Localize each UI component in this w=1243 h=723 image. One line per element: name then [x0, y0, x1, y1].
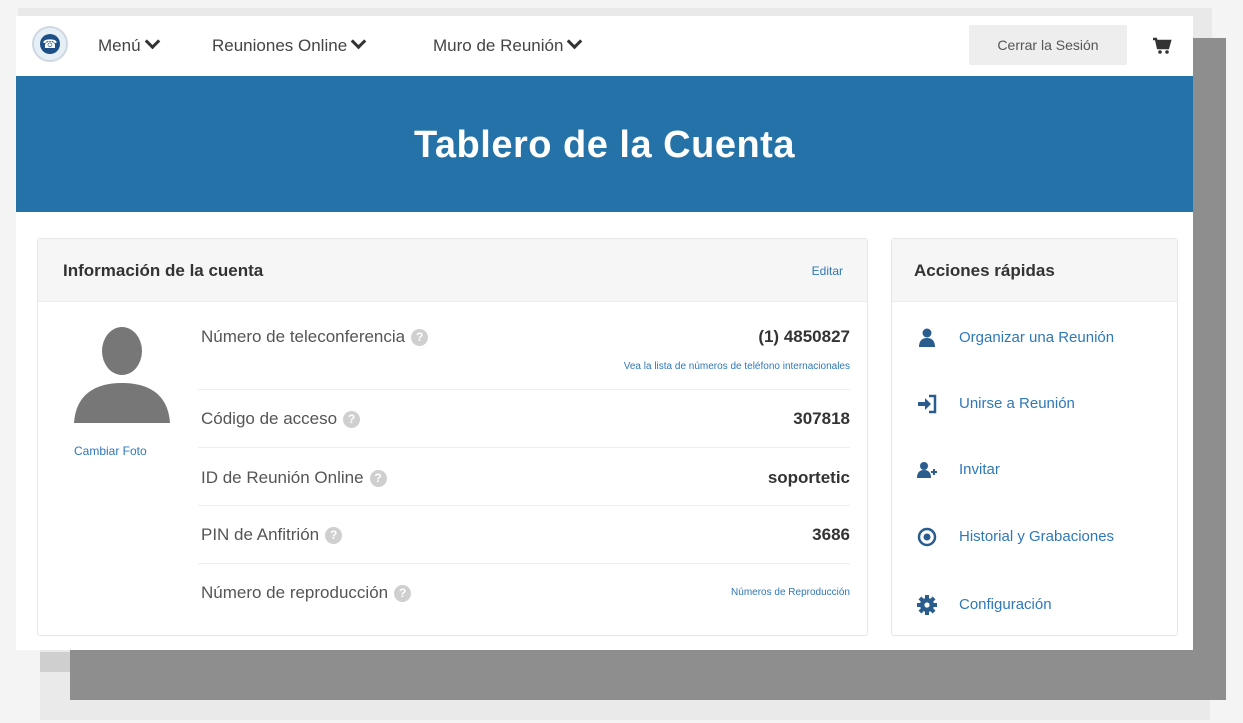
nav-online-meetings-label: Reuniones Online — [212, 36, 348, 55]
chevron-down-icon — [350, 33, 367, 50]
account-info-card: Información de la cuenta Editar Cambiar … — [37, 238, 868, 636]
join-meeting-label: Unirse a Reunión — [959, 395, 1075, 412]
host-pin-value: 3686 — [812, 525, 850, 544]
avatar-placeholder-icon[interactable] — [72, 323, 172, 423]
row-label-wrap: Código de acceso? — [201, 409, 361, 429]
gear-icon — [917, 595, 937, 615]
row-playback-number: Número de reproducción? Números de Repro… — [198, 563, 850, 623]
row-online-meeting-id: ID de Reunión Online? soportetic — [198, 447, 850, 506]
nav-menu-dropdown[interactable]: Menú — [98, 33, 160, 56]
shopping-cart-icon[interactable] — [1152, 36, 1172, 56]
row-access-code: Código de acceso? 307818 — [198, 389, 850, 448]
account-info-header: Información de la cuenta Editar — [38, 239, 867, 302]
access-code-label: Código de acceso — [201, 409, 338, 428]
row-label-wrap: PIN de Anfitrión? — [201, 525, 343, 545]
window-shadow-corner — [40, 652, 74, 672]
teleconference-number-value: (1) 4850827 — [758, 327, 850, 346]
logo-mark: ☎ — [40, 34, 60, 54]
top-navbar: ☎ Menú Reuniones Online Muro de Reunión … — [16, 16, 1193, 76]
chevron-down-icon — [567, 33, 583, 50]
page-banner: Tablero de la Cuenta — [16, 76, 1193, 212]
sign-in-icon — [918, 394, 937, 414]
nav-meeting-wall-dropdown[interactable]: Muro de Reunión — [433, 33, 583, 56]
international-numbers-link[interactable]: Vea la lista de números de teléfono inte… — [624, 361, 850, 372]
nav-menu-label: Menú — [98, 36, 141, 55]
access-code-value: 307818 — [793, 409, 850, 428]
help-icon[interactable]: ? — [343, 411, 361, 428]
row-label-wrap: Número de reproducción? — [201, 583, 412, 603]
logout-button[interactable]: Cerrar la Sesión — [969, 25, 1127, 65]
nav-online-meetings-dropdown[interactable]: Reuniones Online — [212, 33, 367, 56]
chevron-down-icon — [144, 33, 160, 50]
record-icon — [917, 527, 937, 547]
history-recordings-label: Historial y Grabaciones — [959, 528, 1115, 545]
host-pin-label: PIN de Anfitrión — [201, 525, 320, 544]
playback-number-label: Número de reproducción — [201, 583, 389, 602]
page-title: Tablero de la Cuenta — [414, 124, 795, 166]
row-host-pin: PIN de Anfitrión? 3686 — [198, 505, 850, 564]
help-icon[interactable]: ? — [369, 470, 387, 487]
user-plus-icon — [917, 462, 937, 478]
online-meeting-id-label: ID de Reunión Online — [201, 468, 364, 487]
settings-label: Configuración — [959, 596, 1052, 613]
online-meeting-id-value: soportetic — [767, 468, 850, 487]
quick-actions-card: Acciones rápidas Organizar una Reunión U… — [891, 238, 1178, 636]
row-label-wrap: Número de teleconferencia? — [201, 327, 429, 347]
help-icon[interactable]: ? — [394, 585, 412, 602]
change-photo-link[interactable]: Cambiar Foto — [74, 444, 147, 458]
browser-page: ☎ Menú Reuniones Online Muro de Reunión … — [16, 16, 1193, 650]
nav-meeting-wall-label: Muro de Reunión — [433, 36, 564, 55]
organize-meeting-label: Organizar una Reunión — [959, 329, 1115, 346]
window-shadow-bottom — [70, 650, 1226, 700]
phone-logo-icon[interactable]: ☎ — [32, 26, 68, 62]
window-shadow-right — [1190, 38, 1226, 668]
row-label-wrap: ID de Reunión Online? — [201, 468, 387, 488]
quick-actions-header: Acciones rápidas — [892, 239, 1177, 302]
edit-link[interactable]: Editar — [812, 264, 843, 278]
teleconference-number-label: Número de teleconferencia — [201, 327, 406, 346]
help-icon[interactable]: ? — [325, 527, 343, 544]
help-icon[interactable]: ? — [411, 329, 429, 346]
account-info-title: Información de la cuenta — [63, 261, 264, 280]
playback-numbers-link[interactable]: Números de Reproducción — [731, 587, 850, 598]
user-icon — [919, 328, 935, 347]
quick-actions-title: Acciones rápidas — [914, 261, 1055, 280]
row-teleconference-number: Número de teleconferencia? (1) 4850827 V… — [198, 303, 850, 390]
invite-label: Invitar — [959, 461, 1000, 478]
